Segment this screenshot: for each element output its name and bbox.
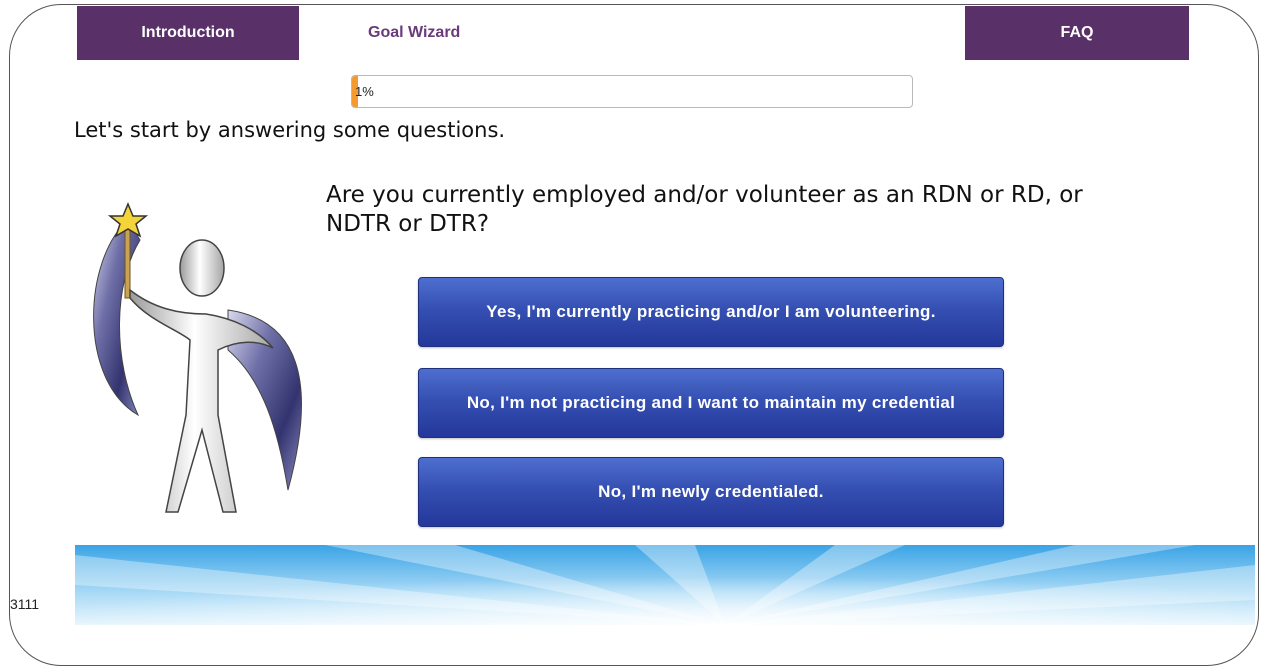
tab-faq[interactable]: FAQ [965,6,1189,60]
tab-introduction[interactable]: Introduction [77,6,299,60]
answer-yes-practicing-button[interactable]: Yes, I'm currently practicing and/or I a… [418,277,1004,347]
answer-newly-credentialed-button[interactable]: No, I'm newly credentialed. [418,457,1004,527]
answer-not-practicing-button[interactable]: No, I'm not practicing and I want to mai… [418,368,1004,438]
tab-goal-wizard[interactable]: Goal Wizard [300,6,540,60]
wand-icon [124,227,131,299]
wizard-figure-icon [93,202,302,513]
lead-text: Let's start by answering some questions. [74,118,506,142]
footer-code: 3111 [10,596,40,612]
progress-bar: 1% [351,75,913,108]
question-text: Are you currently employed and/or volunt… [326,182,1083,237]
footer-banner [75,545,1255,625]
progress-label: 1% [355,84,374,99]
